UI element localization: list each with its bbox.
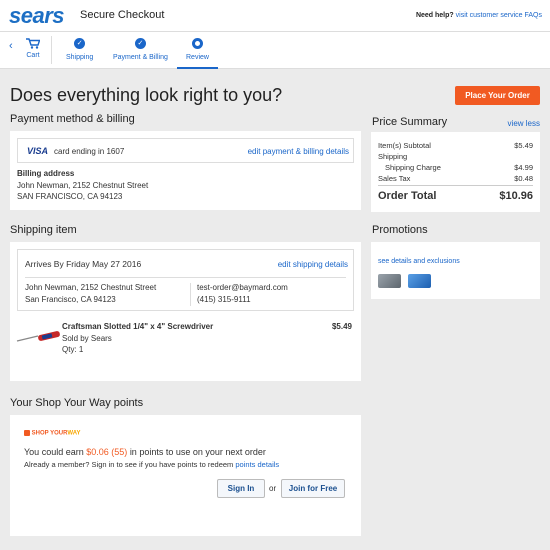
earn-prefix: You could earn <box>24 447 84 457</box>
shipping-panel: Arrives By Friday May 27 2016 edit shipp… <box>10 242 361 381</box>
member-message: Already a member? Sign in to see if you … <box>24 460 234 469</box>
tax-value: $0.48 <box>514 174 533 183</box>
divider <box>190 283 191 306</box>
divider <box>25 277 346 278</box>
page-heading: Does everything look right to you? <box>10 85 283 105</box>
checkout-steps: ‹ Cart ✓ Shipping ✓ Payment & Billing Re… <box>0 32 550 69</box>
item-qty: Qty: 1 <box>62 345 84 354</box>
cart-step[interactable]: Cart <box>22 38 44 59</box>
shipping-section-title: Shipping item <box>10 224 77 236</box>
help-prefix: Need help? <box>415 12 454 19</box>
customer-service-link[interactable]: visit customer service FAQs <box>456 12 542 19</box>
subtotal-row: Item(s) Subtotal $5.49 <box>378 141 533 150</box>
billing-line2: SAN FRANCISCO, CA 94123 <box>17 192 123 201</box>
contact-phone: (415) 315-9111 <box>197 295 251 304</box>
step-shipping[interactable]: ✓ Shipping <box>66 38 93 61</box>
screwdriver-image <box>16 331 60 342</box>
order-total-value: $10.96 <box>499 190 533 202</box>
sears-logo[interactable]: sears <box>9 3 65 29</box>
divider <box>51 36 52 64</box>
check-icon: ✓ <box>134 38 146 49</box>
shipping-charge-value: $4.99 <box>514 163 533 172</box>
payment-section-title: Payment method & billing <box>10 113 135 125</box>
edit-payment-link[interactable]: edit payment & billing details <box>248 147 349 156</box>
order-total-label: Order Total <box>378 190 437 202</box>
syw-logo-your: YOUR <box>50 430 68 437</box>
or-text: or <box>269 484 277 493</box>
cart-label: Cart <box>26 52 40 59</box>
place-order-button[interactable]: Place Your Order <box>455 86 540 105</box>
help-text: Need help? visit customer service FAQs <box>416 12 542 19</box>
item-name[interactable]: Craftsman Slotted 1/4" x 4" Screwdriver <box>62 322 213 331</box>
shipping-charge-row: Shipping Charge $4.99 <box>385 163 533 172</box>
item-seller: Sold by Sears <box>62 334 112 343</box>
tax-label: Sales Tax <box>378 174 411 183</box>
shipping-row: Shipping <box>378 152 533 161</box>
price-summary-title: Price Summary <box>372 116 448 128</box>
payment-panel: VISA card ending in 1607 edit payment & … <box>10 131 361 210</box>
card-text: card ending in 1607 <box>54 147 125 156</box>
order-total-row: Order Total $10.96 <box>378 190 533 202</box>
promo-card-image[interactable] <box>408 274 431 288</box>
promo-card-image[interactable] <box>378 274 401 288</box>
billing-line1: John Newman, 2152 Chestnut Street <box>17 181 149 190</box>
promotions-title: Promotions <box>372 224 428 236</box>
promotions-link[interactable]: see details and exclusions <box>378 258 460 265</box>
shipping-charge-label: Shipping Charge <box>385 163 441 172</box>
cart-icon <box>26 38 41 49</box>
tax-row: Sales Tax $0.48 <box>378 174 533 183</box>
sign-in-button[interactable]: Sign In <box>217 479 265 498</box>
syw-logo-way: WAY <box>67 430 81 437</box>
subtotal-label: Item(s) Subtotal <box>378 141 431 150</box>
shipping-label: Shipping <box>378 152 408 161</box>
syw-logo-shop: SHOP <box>31 430 49 437</box>
promotions-panel: see details and exclusions <box>371 242 540 299</box>
syw-logo: SHOP YOURWAY <box>24 430 81 437</box>
contact-email: test-order@baymard.com <box>197 283 288 292</box>
billing-label: Billing address <box>17 169 75 178</box>
syw-section-title: Your Shop Your Way points <box>10 397 144 409</box>
item-price: $5.49 <box>331 322 352 331</box>
step-label: Shipping <box>66 54 94 61</box>
visa-logo: VISA <box>27 146 49 156</box>
divider <box>378 185 533 186</box>
earn-amount: $0.06 <box>86 447 109 457</box>
back-chevron-icon[interactable]: ‹ <box>9 40 13 52</box>
page-title: Secure Checkout <box>80 9 165 21</box>
join-free-button[interactable]: Join for Free <box>281 479 345 498</box>
ship-addr-line1: John Newman, 2152 Chestnut Street <box>25 283 157 292</box>
syw-logo-icon <box>24 430 30 436</box>
price-summary-panel: Item(s) Subtotal $5.49 Shipping Shipping… <box>371 132 540 212</box>
earn-points: (55) <box>111 447 128 457</box>
syw-panel: SHOP YOURWAY You could earn $0.06 (55) i… <box>10 415 361 536</box>
subtotal-value: $5.49 <box>514 141 533 150</box>
active-step-indicator <box>177 67 218 69</box>
edit-shipping-link[interactable]: edit shipping details <box>278 260 348 269</box>
header-bar: sears Secure Checkout Need help? visit c… <box>0 0 550 32</box>
points-details-link[interactable]: points details <box>235 460 279 469</box>
ship-addr-line2: San Francisco, CA 94123 <box>25 295 116 304</box>
earn-text: You could earn $0.06 (55) in points to u… <box>24 447 266 457</box>
step-review: Review <box>186 38 209 61</box>
check-icon: ✓ <box>74 38 86 49</box>
current-step-icon <box>191 38 203 49</box>
member-text: Already a member? Sign in to see if you … <box>24 460 279 469</box>
earn-suffix: in points to use on your next order <box>129 447 266 457</box>
arrival-date: Arrives By Friday May 27 2016 <box>25 259 142 269</box>
view-less-link[interactable]: view less <box>508 119 540 128</box>
step-label: Payment & Billing <box>113 54 168 61</box>
arrival-box: Arrives By Friday May 27 2016 edit shipp… <box>17 249 354 311</box>
step-payment-billing[interactable]: ✓ Payment & Billing <box>113 38 168 61</box>
card-box: VISA card ending in 1607 edit payment & … <box>17 138 354 163</box>
step-label: Review <box>186 54 209 61</box>
